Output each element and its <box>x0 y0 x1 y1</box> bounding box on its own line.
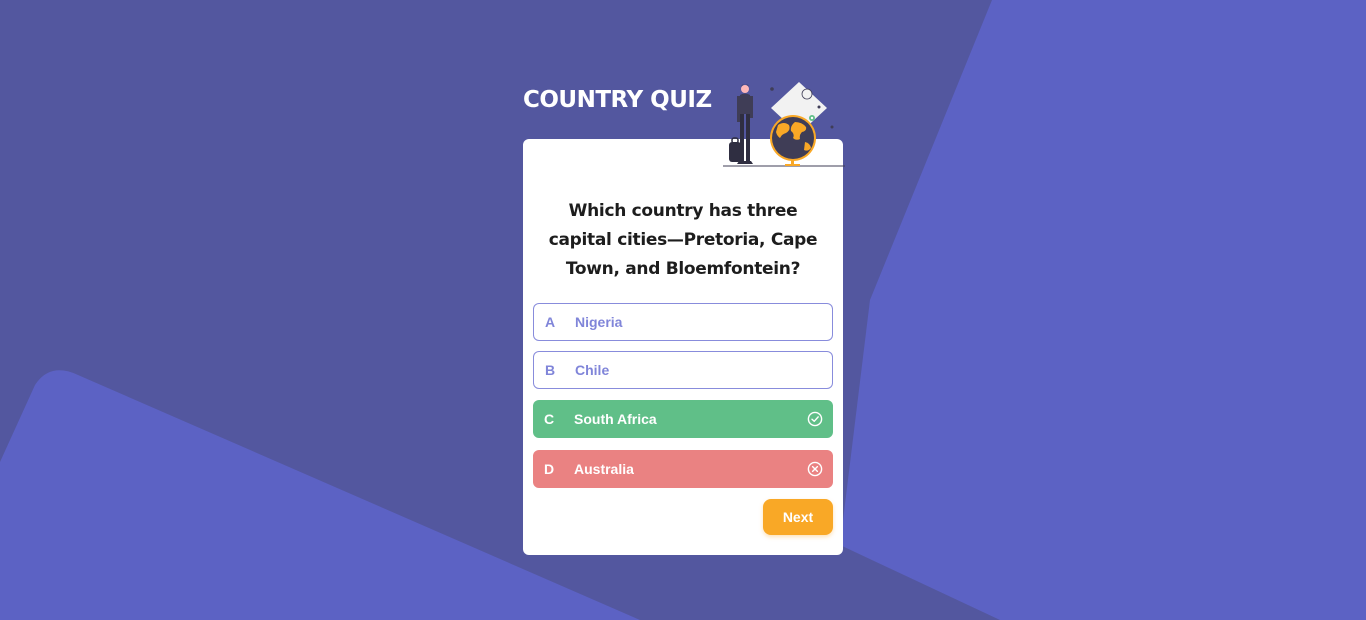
next-button[interactable]: Next <box>763 499 833 535</box>
option-letter: A <box>545 314 556 330</box>
check-circle-icon <box>807 411 823 427</box>
option-letter: B <box>545 362 556 378</box>
option-c[interactable]: C South Africa <box>533 400 833 438</box>
option-label: Nigeria <box>575 314 623 330</box>
option-b[interactable]: B Chile <box>533 351 833 389</box>
option-letter: C <box>544 411 555 427</box>
option-label: Australia <box>574 461 634 477</box>
quiz-card: Which country has three capital cities—P… <box>523 139 843 555</box>
option-label: South Africa <box>574 411 657 427</box>
option-label: Chile <box>575 362 610 378</box>
x-circle-icon <box>807 461 823 477</box>
option-d[interactable]: D Australia <box>533 450 833 488</box>
option-a[interactable]: A Nigeria <box>533 303 833 341</box>
question-text: Which country has three capital cities—P… <box>548 201 818 279</box>
app-title: COUNTRY QUIZ <box>523 87 712 113</box>
option-letter: D <box>544 461 555 477</box>
traveler-globe-illustration <box>723 82 845 167</box>
